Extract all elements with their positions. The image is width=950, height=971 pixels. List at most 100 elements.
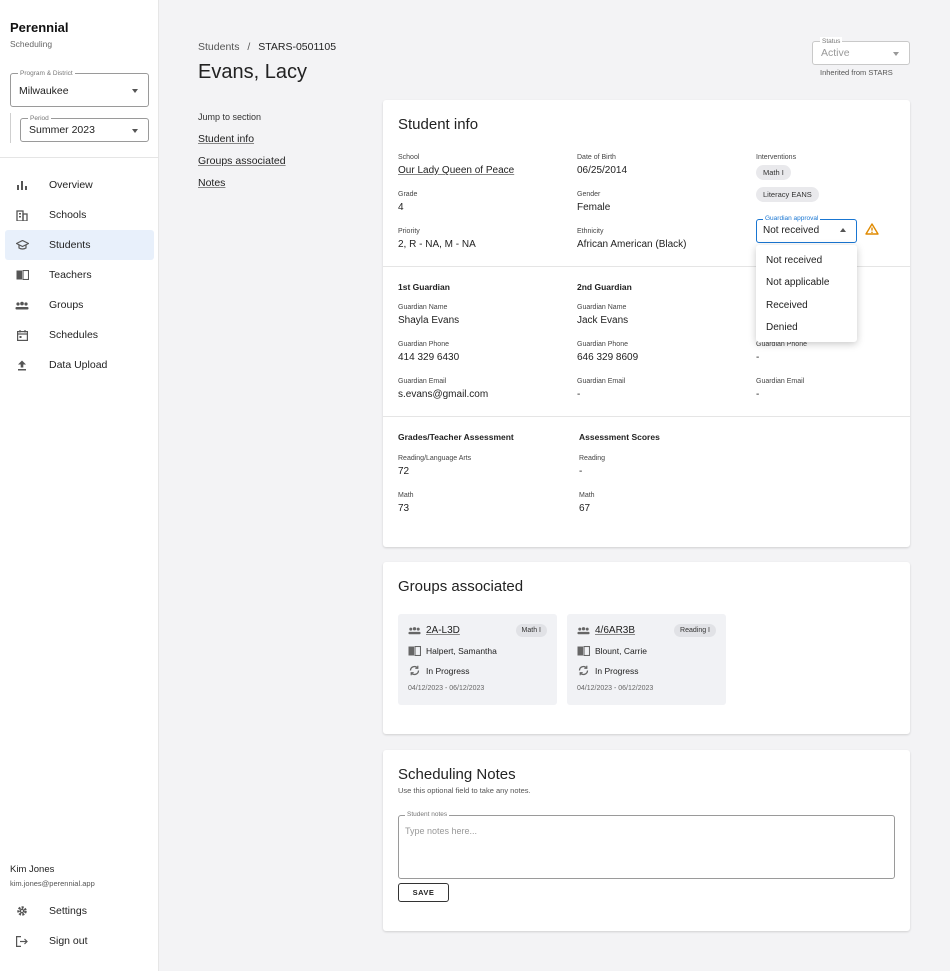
gender-label: Gender xyxy=(577,191,601,198)
student-notes-input[interactable] xyxy=(405,826,885,871)
sidebar-divider xyxy=(0,157,159,158)
ethnicity-value: African American (Black) xyxy=(577,239,687,250)
gear-icon xyxy=(15,904,29,918)
guardian1-name-field: Guardian Name Shayla Evans xyxy=(398,304,459,326)
scores-reading-field: Reading - xyxy=(579,455,605,477)
menu-item-received[interactable]: Received xyxy=(756,294,857,317)
guardian1-name: Shayla Evans xyxy=(398,315,460,326)
student-notes-field: Student notes xyxy=(398,811,895,879)
sidebar-item-label: Schools xyxy=(49,209,87,221)
guardian1-phone: 414 329 6430 xyxy=(398,352,460,363)
sidebar-item-schedules[interactable]: Schedules xyxy=(0,320,159,350)
group-teacher: Blount, Carrie xyxy=(595,646,647,656)
dob-value: 06/25/2014 xyxy=(577,165,628,176)
book-icon xyxy=(15,268,29,282)
menu-item-not-received[interactable]: Not received xyxy=(756,249,857,272)
warning-icon xyxy=(865,222,879,240)
user-info: Kim Jones kim.jones@perennial.app xyxy=(10,864,95,888)
dob-label: Date of Birth xyxy=(577,154,616,161)
grades-reading-value: 72 xyxy=(398,466,410,477)
guardian-approval-label: Guardian approval xyxy=(763,215,821,223)
reading-label: Reading xyxy=(579,455,606,462)
sidebar-item-label: Sign out xyxy=(49,935,88,947)
sidebar-item-data-upload[interactable]: Data Upload xyxy=(0,350,159,380)
chevron-up-icon xyxy=(840,228,846,232)
chevron-down-icon xyxy=(893,52,899,56)
people-group-icon xyxy=(15,298,29,312)
upload-icon xyxy=(15,358,29,372)
grade-value: 4 xyxy=(398,202,404,213)
jump-link-groups[interactable]: Groups associated xyxy=(198,155,286,167)
school-link[interactable]: Our Lady Queen of Peace xyxy=(398,165,514,176)
group-card[interactable]: 4/6AR3B Reading I Blount, Carrie In Prog… xyxy=(567,614,726,705)
menu-item-denied[interactable]: Denied xyxy=(756,317,857,340)
gender-value: Female xyxy=(577,202,611,213)
sync-icon xyxy=(408,665,421,676)
sidebar-item-groups[interactable]: Groups xyxy=(0,290,159,320)
group-status: In Progress xyxy=(426,665,470,676)
group-tag: Math I xyxy=(515,624,547,637)
guardian-name-label: Guardian Name xyxy=(398,304,448,311)
jump-link-student-info[interactable]: Student info xyxy=(198,133,286,145)
group-tag: Reading I xyxy=(674,624,716,637)
notes-card: Scheduling Notes Use this optional field… xyxy=(383,750,910,931)
period-label: Period xyxy=(28,114,51,123)
status-select[interactable]: Status Active xyxy=(812,37,910,65)
sidebar-item-schools[interactable]: Schools xyxy=(0,200,159,230)
guardian3-email-field: Guardian Email - xyxy=(756,378,804,400)
sidebar-item-students[interactable]: Students xyxy=(5,230,154,260)
group-id-row: 4/6AR3B xyxy=(577,625,635,636)
period-indent-rule xyxy=(10,113,11,143)
building-icon xyxy=(15,208,29,222)
sidebar-item-label: Teachers xyxy=(49,269,92,281)
program-district-select[interactable]: Program & District Milwaukee xyxy=(10,69,149,107)
guardian1-email-field: Guardian Email s.evans@gmail.com xyxy=(398,378,488,400)
guardian-approval-menu: Not received Not applicable Received Den… xyxy=(756,245,857,342)
ethnicity-label: Ethnicity xyxy=(577,228,604,235)
scores-heading: Assessment Scores xyxy=(579,432,660,442)
jump-link-notes[interactable]: Notes xyxy=(198,177,286,189)
priority-value: 2, R - NA, M - NA xyxy=(398,239,476,250)
grades-reading-field: Reading/Language Arts 72 xyxy=(398,455,471,477)
groups-title: Groups associated xyxy=(398,578,524,595)
guardian3-email: - xyxy=(756,389,760,400)
sidebar-item-settings[interactable]: Settings xyxy=(0,896,159,926)
guardian-email-label: Guardian Email xyxy=(577,378,626,385)
guardian1-heading: 1st Guardian xyxy=(398,282,450,292)
guardian-email-label: Guardian Email xyxy=(398,378,447,385)
reading-language-arts-label: Reading/Language Arts xyxy=(398,455,472,462)
breadcrumb-students-link[interactable]: Students xyxy=(198,41,239,53)
group-id-link[interactable]: 4/6AR3B xyxy=(595,625,635,636)
priority-label: Priority xyxy=(398,228,420,235)
sync-icon xyxy=(577,665,590,676)
group-status: In Progress xyxy=(595,665,639,676)
guardian-phone-label: Guardian Phone xyxy=(756,341,807,348)
period-select[interactable]: Period Summer 2023 xyxy=(20,114,149,142)
graduation-cap-icon xyxy=(15,238,29,252)
sidebar-item-teachers[interactable]: Teachers xyxy=(0,260,159,290)
guardian2-phone: 646 329 8609 xyxy=(577,352,639,363)
group-id-link[interactable]: 2A-L3D xyxy=(426,625,460,636)
guardian-name-label: Guardian Name xyxy=(577,304,627,311)
grades-math-value: 73 xyxy=(398,503,410,514)
jump-title: Jump to section xyxy=(198,112,262,122)
sidebar-item-sign-out[interactable]: Sign out xyxy=(0,926,159,956)
status-inherited-note: Inherited from STARS xyxy=(820,68,893,77)
sidebar: Perennial Scheduling Program & District … xyxy=(0,0,159,971)
sidebar-item-label: Settings xyxy=(49,905,87,917)
guardian2-name: Jack Evans xyxy=(577,315,629,326)
groups-card: Groups associated 2A-L3D Math I Halpert,… xyxy=(383,562,910,734)
guardian-approval-select[interactable]: Guardian approval Not received xyxy=(756,215,857,243)
sidebar-item-overview[interactable]: Overview xyxy=(0,170,159,200)
notes-title: Scheduling Notes xyxy=(398,766,516,783)
guardian-phone-label: Guardian Phone xyxy=(577,341,628,348)
intervention-chip: Literacy EANS xyxy=(756,187,819,202)
guardian-phone-label: Guardian Phone xyxy=(398,341,449,348)
sidebar-item-label: Data Upload xyxy=(49,359,108,371)
math-label: Math xyxy=(398,492,414,499)
group-card[interactable]: 2A-L3D Math I Halpert, Samantha In Progr… xyxy=(398,614,557,705)
menu-item-not-applicable[interactable]: Not applicable xyxy=(756,272,857,295)
group-dates: 04/12/2023 - 06/12/2023 xyxy=(408,685,485,692)
save-button[interactable]: SAVE xyxy=(398,883,449,902)
school-field: School Our Lady Queen of Peace xyxy=(398,154,514,176)
